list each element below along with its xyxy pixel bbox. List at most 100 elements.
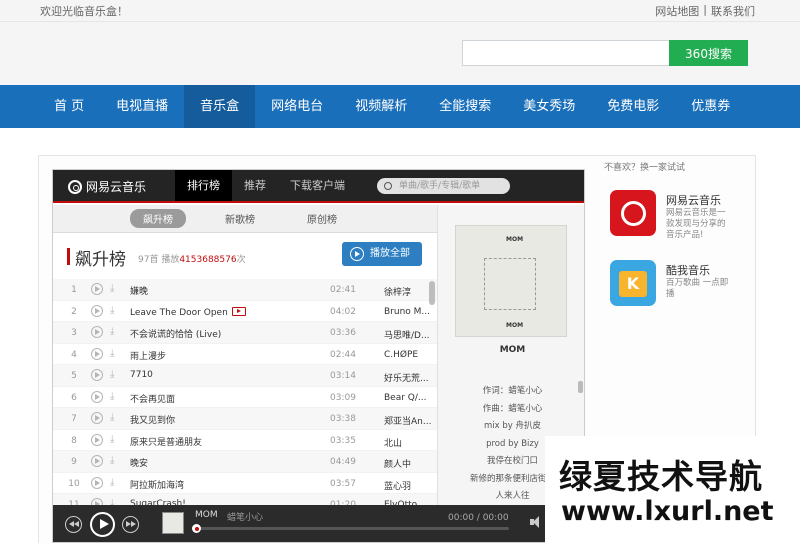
song-title-text: 阿拉斯加海湾 <box>130 480 185 491</box>
song-title-text: 嫌晚 <box>130 287 149 297</box>
player-search-input[interactable]: 单曲/歌手/专辑/歌单 <box>377 178 510 194</box>
song-artist[interactable]: Bruno M... <box>384 307 431 317</box>
contact-link[interactable]: 联系我们 <box>711 3 755 19</box>
play-icon[interactable] <box>91 304 103 317</box>
netease-music-icon[interactable] <box>610 190 656 236</box>
playback-bar: MOM 蜡笔小心 00:00 / 00:00 <box>53 505 584 542</box>
recommend-heading[interactable]: 不喜欢？换一家试试 <box>604 160 754 173</box>
nav-item-coupons[interactable]: 优惠券 <box>675 85 746 128</box>
song-number: 3 <box>71 328 77 338</box>
play-icon[interactable] <box>91 455 103 467</box>
song-title[interactable]: 晚安 <box>130 456 148 469</box>
sitemap-link[interactable]: 网站地图 <box>655 3 699 19</box>
download-icon[interactable]: ⤓ <box>110 434 121 446</box>
song-title-text: Leave The Door Open <box>130 307 228 318</box>
song-artist[interactable]: 马思唯/D... <box>384 328 431 341</box>
tab-download-client[interactable]: 下载客户端 <box>278 170 357 201</box>
list-scrollbar[interactable] <box>429 281 435 305</box>
nav-item-radio[interactable]: 网络电台 <box>255 85 339 128</box>
song-artist[interactable]: C.HØPE <box>384 350 431 360</box>
song-row[interactable]: 6 ⤓ 不会再见面 03:09 Bear Q/... <box>53 387 437 408</box>
nav-item-movies[interactable]: 免费电影 <box>591 85 675 128</box>
play-all-button[interactable]: 播放全部 <box>342 242 422 266</box>
app-name[interactable]: 网易云音乐 <box>666 192 721 208</box>
song-title[interactable]: 不会说谎的恰恰 (Live) <box>130 327 221 340</box>
subtab-new[interactable]: 新歌榜 <box>212 209 268 228</box>
song-title[interactable]: 阿拉斯加海湾 <box>130 478 184 491</box>
song-artist[interactable]: 颜人中 <box>384 457 431 470</box>
nav-item-show[interactable]: 美女秀场 <box>507 85 591 128</box>
progress-track[interactable] <box>192 524 509 533</box>
download-icon[interactable]: ⤓ <box>110 412 121 424</box>
song-title[interactable]: 7710 <box>130 370 153 380</box>
lyrics-scrollbar[interactable] <box>578 381 583 393</box>
download-icon[interactable]: ⤓ <box>110 283 121 295</box>
search-input[interactable] <box>462 40 670 66</box>
nav-item-music-box[interactable]: 音乐盒 <box>184 85 256 128</box>
app-desc: 网易云音乐是一款发现与分享的音乐产品! <box>666 208 726 240</box>
song-row[interactable]: 7 ⤓ 我又见到你 03:38 郑亚当An... <box>53 408 437 430</box>
song-title[interactable]: 我又见到你 <box>130 413 175 426</box>
play-circle-icon <box>350 247 364 261</box>
app-kuwo[interactable]: 酷我音乐 百万歌曲 一点即播 <box>610 260 760 312</box>
tab-recommend[interactable]: 推荐 <box>232 170 278 201</box>
next-track-icon[interactable] <box>122 516 139 533</box>
song-row[interactable]: 2 ⤓ Leave The Door Open 04:02 Bruno M... <box>53 301 437 322</box>
kuwo-music-icon[interactable] <box>610 260 656 306</box>
play-icon[interactable] <box>91 283 103 295</box>
nav-item-video-parse[interactable]: 视频解析 <box>339 85 423 128</box>
mv-icon[interactable] <box>231 306 246 316</box>
song-duration: 03:38 <box>330 414 356 424</box>
song-row[interactable]: 10 ⤓ 阿拉斯加海湾 03:57 蓝心羽 <box>53 473 437 494</box>
play-icon[interactable] <box>91 347 103 360</box>
song-title[interactable]: 雨上漫步 <box>130 349 166 362</box>
play-icon[interactable] <box>91 433 103 446</box>
song-row[interactable]: 9 ⤓ 晚安 04:49 颜人中 <box>53 451 437 473</box>
song-artist[interactable]: 徐梓淳 <box>384 285 431 298</box>
song-row[interactable]: 3 ⤓ 不会说谎的恰恰 (Live) 03:36 马思唯/D... <box>53 322 437 344</box>
song-title[interactable]: 原来只是普通朋友 <box>130 435 202 448</box>
download-icon[interactable]: ⤓ <box>110 477 121 489</box>
song-title[interactable]: Leave The Door Open <box>130 306 246 318</box>
song-title[interactable]: 嫌晚 <box>130 284 148 297</box>
subtab-rising[interactable]: 飙升榜 <box>130 209 186 228</box>
song-row[interactable]: 5 ⤓ 7710 03:14 好乐无荒... <box>53 365 437 387</box>
play-icon[interactable] <box>91 390 103 403</box>
download-icon[interactable]: ⤓ <box>110 348 121 360</box>
netease-logo-icon <box>68 179 82 194</box>
song-artist[interactable]: 好乐无荒... <box>384 371 431 384</box>
play-icon[interactable] <box>91 326 103 338</box>
progress-knob[interactable] <box>192 524 201 533</box>
play-icon[interactable] <box>90 512 115 537</box>
nav-item-tv-live[interactable]: 电视直播 <box>100 85 184 128</box>
download-icon[interactable]: ⤓ <box>110 326 121 338</box>
tab-charts[interactable]: 排行榜 <box>175 170 232 201</box>
song-artist[interactable]: Bear Q/... <box>384 393 431 403</box>
song-artist[interactable]: 北山 <box>384 436 431 449</box>
nav-item-search[interactable]: 全能搜索 <box>423 85 507 128</box>
play-icon[interactable] <box>91 476 103 489</box>
song-artist[interactable]: 蓝心羽 <box>384 479 431 492</box>
app-netease[interactable]: 网易云音乐 网易云音乐是一款发现与分享的音乐产品! <box>610 190 760 242</box>
download-icon[interactable]: ⤓ <box>110 369 121 381</box>
play-icon[interactable] <box>91 412 103 424</box>
song-duration: 02:41 <box>330 285 356 295</box>
subtab-original[interactable]: 原创榜 <box>294 209 350 228</box>
song-title[interactable]: 不会再见面 <box>130 392 175 405</box>
song-row[interactable]: 4 ⤓ 雨上漫步 02:44 C.HØPE <box>53 344 437 365</box>
nav-item-home[interactable]: 首 页 <box>38 85 100 128</box>
player-logo[interactable]: 网易云音乐 <box>68 178 146 195</box>
download-icon[interactable]: ⤓ <box>110 391 121 403</box>
song-row[interactable]: 1 ⤓ 嫌晚 02:41 徐梓淳 <box>53 279 437 301</box>
search-button[interactable]: 360搜索 <box>669 40 748 66</box>
song-row[interactable]: 8 ⤓ 原来只是普通朋友 03:35 北山 <box>53 430 437 451</box>
download-icon[interactable]: ⤓ <box>110 455 121 467</box>
play-icon[interactable] <box>91 369 103 381</box>
previous-track-icon[interactable] <box>65 516 82 533</box>
volume-icon[interactable] <box>530 515 544 529</box>
song-artist[interactable]: 郑亚当An... <box>384 414 431 427</box>
cover-label-top: MOM <box>506 236 524 243</box>
download-icon[interactable]: ⤓ <box>110 305 121 317</box>
app-name[interactable]: 酷我音乐 <box>666 262 710 278</box>
song-number: 8 <box>71 435 77 446</box>
